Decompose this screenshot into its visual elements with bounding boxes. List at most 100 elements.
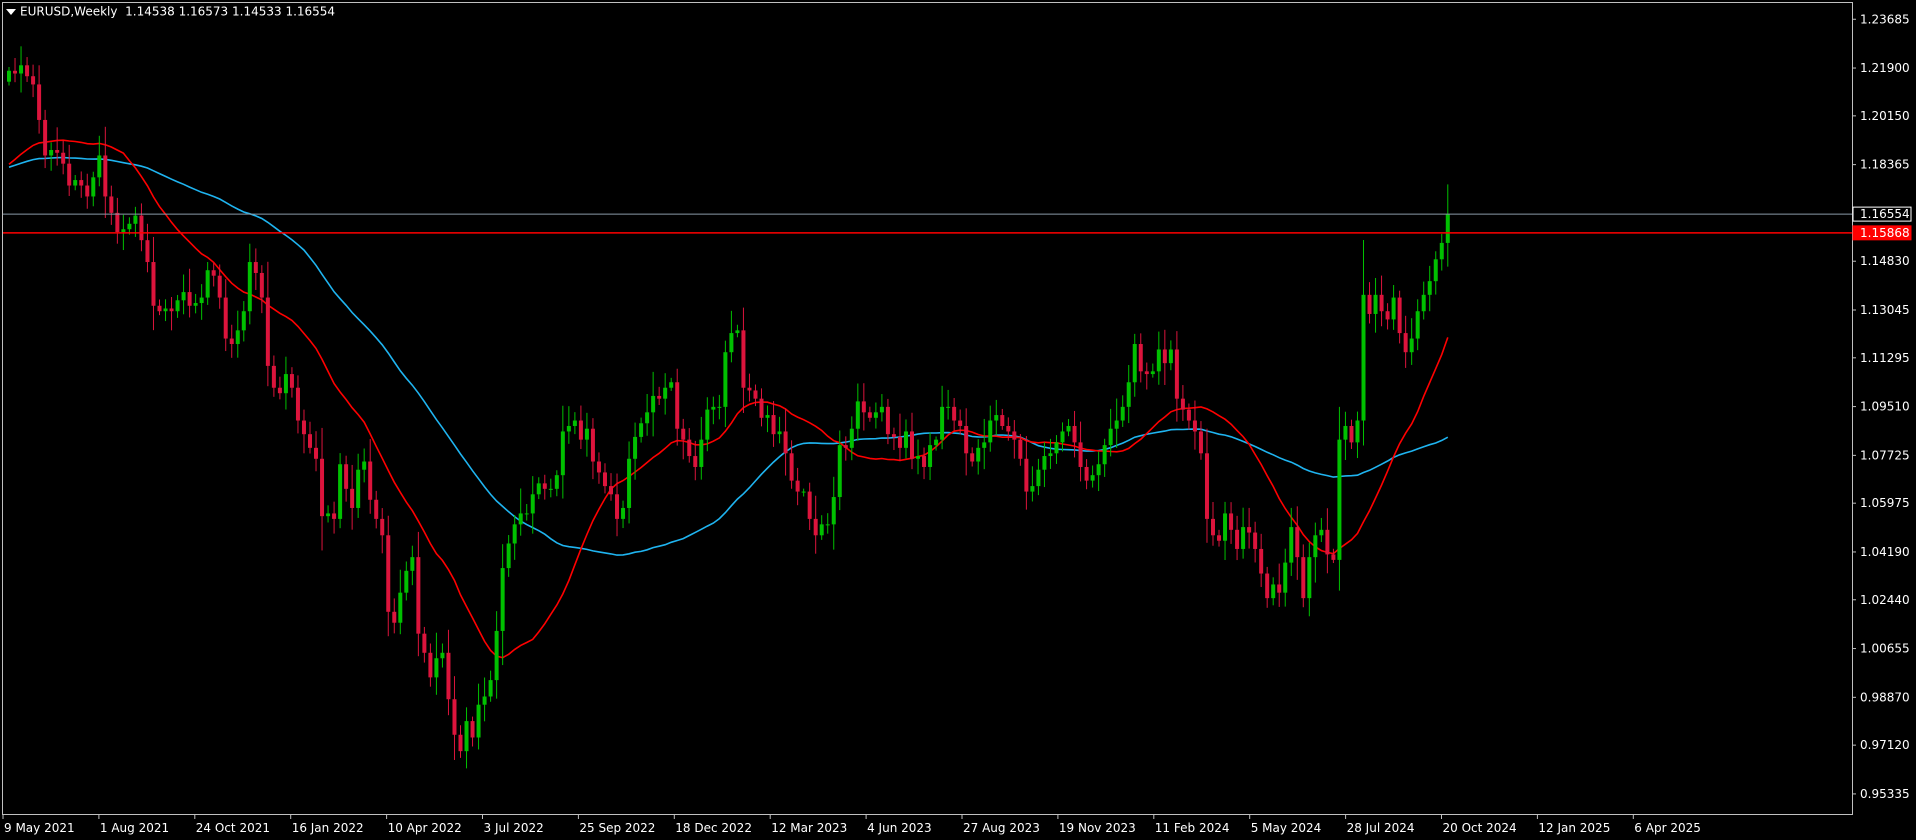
candle-body	[1084, 466, 1089, 481]
candle-body	[741, 330, 746, 388]
candle-body	[440, 652, 445, 659]
candle-body	[584, 428, 589, 440]
candle-body	[253, 262, 258, 273]
candle-body	[157, 305, 162, 312]
candle-body	[115, 212, 120, 232]
candle-body	[1144, 371, 1149, 375]
candle-body	[578, 420, 583, 440]
candle-body	[861, 401, 866, 413]
candle-body	[1078, 442, 1083, 467]
candle-body	[1361, 294, 1366, 421]
candle-body	[1313, 535, 1318, 558]
candle-body	[1138, 344, 1143, 372]
candle-body	[1391, 297, 1396, 320]
candle-body	[964, 425, 969, 454]
y-tick-label: 1.14830	[1860, 254, 1910, 268]
candle-body	[85, 185, 90, 197]
candle-body	[1307, 557, 1312, 599]
candle-body	[247, 262, 252, 312]
candle-body	[43, 119, 48, 156]
candle-body	[1301, 557, 1306, 599]
candle-body	[1036, 469, 1041, 487]
y-tick-label: 1.00655	[1860, 642, 1910, 656]
collapse-triangle-icon[interactable]	[6, 8, 16, 15]
candle-body	[976, 447, 981, 462]
candle-body	[1325, 529, 1330, 555]
candle-body	[380, 518, 385, 536]
candle-body	[879, 406, 884, 413]
candle-body	[97, 155, 102, 178]
candle-body	[645, 412, 650, 424]
candle-body	[1247, 527, 1252, 533]
candle-body	[771, 415, 776, 435]
candle-body	[753, 390, 758, 399]
x-tick-label: 11 Feb 2024	[1155, 821, 1230, 835]
candle-body	[1180, 398, 1185, 410]
candle-body	[67, 163, 72, 186]
candle-body	[1054, 442, 1059, 454]
candle-body	[789, 453, 794, 481]
candle-body	[1385, 311, 1390, 320]
candle-body	[1295, 527, 1300, 558]
candle-body	[621, 507, 626, 519]
candle-body	[121, 229, 126, 232]
candle-body	[897, 436, 902, 448]
candle-body	[873, 412, 878, 418]
candle-body	[7, 70, 11, 82]
candle-body	[1006, 425, 1011, 432]
candle-body	[807, 491, 812, 519]
candle-body	[627, 458, 632, 508]
candle-body	[663, 387, 668, 399]
candle-body	[205, 270, 210, 298]
candle-body	[609, 486, 613, 495]
candle-body	[259, 272, 264, 298]
candle-body	[1283, 562, 1288, 593]
candle-body	[1229, 513, 1234, 530]
candle-body	[885, 406, 890, 435]
candle-body	[181, 292, 186, 301]
candle-body	[235, 330, 240, 345]
candle-body	[500, 568, 505, 631]
candle-body	[910, 431, 914, 459]
y-tick-label: 1.23685	[1860, 12, 1910, 26]
candle-body	[1241, 527, 1246, 549]
candle-body	[1102, 445, 1107, 465]
candle-body	[1367, 294, 1372, 314]
candle-body	[127, 223, 132, 230]
candle-body	[795, 480, 800, 492]
candle-body	[602, 472, 607, 487]
candle-body	[1373, 294, 1378, 314]
candle-body	[970, 453, 975, 462]
candle-body	[301, 420, 306, 435]
candle-body	[458, 734, 463, 752]
candle-body	[615, 494, 620, 519]
candle-body	[19, 65, 24, 74]
candle-body	[1253, 532, 1258, 549]
candle-body	[289, 374, 294, 388]
x-tick-label: 1 Aug 2021	[100, 821, 169, 835]
candle-body	[1415, 311, 1420, 339]
candle-body	[1319, 529, 1324, 536]
candle-body	[470, 721, 475, 738]
level-price-label: 1.15868	[1860, 226, 1910, 240]
x-tick-label: 10 Apr 2022	[388, 821, 462, 835]
candle-body	[1343, 425, 1348, 440]
candle-body	[1012, 431, 1017, 440]
candle-body	[169, 308, 174, 312]
candle-body	[416, 557, 421, 634]
candle-body	[699, 439, 704, 467]
candle-body	[819, 524, 824, 536]
x-tick-label: 16 Jan 2022	[292, 821, 364, 835]
candle-body	[1355, 420, 1360, 443]
candle-body	[1289, 527, 1294, 563]
candle-body	[49, 150, 54, 156]
y-tick-label: 1.11295	[1860, 351, 1910, 365]
candle-body	[482, 696, 487, 705]
candle-body	[109, 196, 114, 213]
candle-body	[518, 513, 523, 525]
candle-body	[675, 382, 680, 429]
candle-body	[1048, 453, 1053, 457]
x-tick-label: 28 Jul 2024	[1347, 821, 1415, 835]
candle-body	[1156, 349, 1161, 372]
candle-body	[590, 428, 595, 462]
